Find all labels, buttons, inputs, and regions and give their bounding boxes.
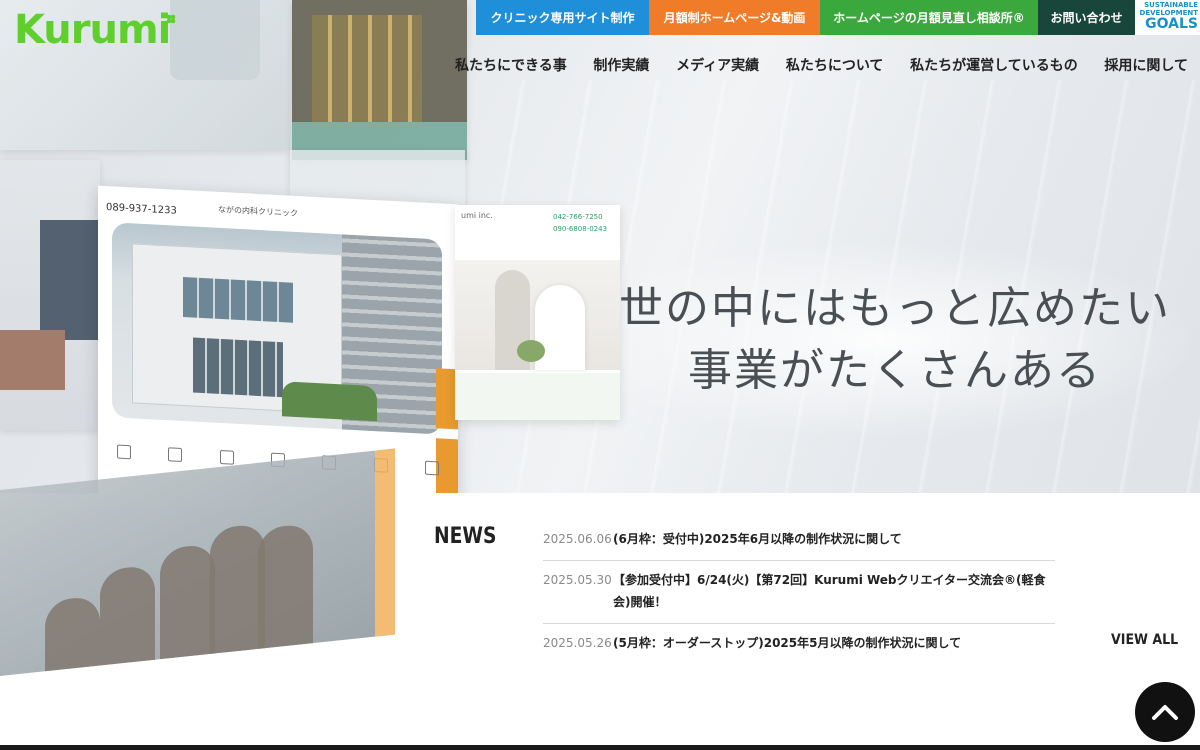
news-date: 2025.06.06 (543, 532, 612, 546)
mockup-clinic-site: 089-937-1233 ながの内科クリニック (98, 185, 458, 493)
sdgs-line: SUSTAINABLE (1144, 1, 1198, 9)
news-item[interactable]: 2025.06.06 (6月枠：受付中)2025年6月以降の制作状況に関して (543, 520, 1055, 561)
topbar-review-consult-link[interactable]: ホームページの月額見直し相談所® (820, 0, 1038, 35)
nav-item-about[interactable]: 私たちについて (786, 55, 884, 75)
page-top-button[interactable] (1135, 682, 1195, 742)
mockup-wedding-photo (455, 260, 620, 370)
news-date: 2025.05.30 (543, 573, 612, 587)
global-nav: 私たちにできる事 制作実績 メディア実績 私たちについて 私たちが運営しているも… (455, 55, 1200, 75)
nav-item-media[interactable]: メディア実績 (676, 55, 759, 75)
clover-icon (166, 14, 176, 24)
logo-text: Kurumi (14, 7, 171, 53)
hero-catch-line: 事業がたくさんある (688, 345, 1102, 396)
news-text: (5月枠：オーダーストップ)2025年5月以降の制作状況に関して (613, 636, 962, 650)
news-list: 2025.06.06 (6月枠：受付中)2025年6月以降の制作状況に関して 2… (543, 520, 1055, 664)
mockup-side-site (0, 160, 100, 430)
kurumi-logo[interactable]: Kurumi (14, 6, 176, 54)
topbar-contact-link[interactable]: お問い合わせ (1038, 0, 1135, 35)
nav-item-works[interactable]: 制作実績 (593, 55, 649, 75)
chevron-up-icon (1152, 705, 1178, 720)
sdgs-logo[interactable]: SUSTAINABLE DEVELOPMENT GOALS (1135, 0, 1200, 35)
mockup-wedding-phone: 090-6808-0243 (553, 225, 608, 233)
mockup-wedding-site: umi inc. 042-766-7250 090-6808-0243 (455, 205, 620, 420)
sdgs-line: GOALS (1145, 16, 1198, 32)
mockup-wedding-brand: umi inc. (461, 211, 493, 220)
topbar-clinic-site-link[interactable]: クリニック専用サイト制作 (476, 0, 649, 35)
view-all-news-link[interactable]: VIEW ALL (1111, 632, 1178, 648)
news-text: (6月枠：受付中)2025年6月以降の制作状況に関して (613, 532, 902, 546)
topbar-monthly-hp-link[interactable]: 月額制ホームページ&動画 (649, 0, 820, 35)
mockup-clinic-phone: 089-937-1233 (106, 201, 177, 217)
news-date: 2025.05.26 (543, 636, 612, 650)
hero-catchcopy: 世の中にはもっと広めたい 事業がたくさんある (600, 278, 1190, 402)
mockup-wedding-phone: 042-766-7250 (553, 213, 603, 221)
news-text: 【参加受付中】6/24(火)【第72回】Kurumi Webクリエイター交流会®… (613, 573, 1046, 609)
top-utility-bar: クリニック専用サイト制作 月額制ホームページ&動画 ホームページの月額見直し相談… (476, 0, 1135, 35)
nav-item-services[interactable]: 私たちにできる事 (455, 55, 567, 75)
mockup-clinic-name: ながの内科クリニック (218, 204, 298, 219)
hero-catch-line: 世の中にはもっと広めたい (619, 283, 1171, 334)
nav-item-recruit[interactable]: 採用に関して (1104, 55, 1188, 75)
news-item[interactable]: 2025.05.26 (5月枠：オーダーストップ)2025年5月以降の制作状況に… (543, 624, 1055, 664)
news-heading: NEWS (434, 524, 497, 549)
nav-item-operated[interactable]: 私たちが運営しているもの (910, 55, 1078, 75)
news-item[interactable]: 2025.05.30 【参加受付中】6/24(火)【第72回】Kurumi We… (543, 561, 1055, 624)
bottom-edge (0, 745, 1200, 750)
mockup-clinic-photo (112, 222, 442, 435)
mockup-storefront (292, 0, 467, 160)
